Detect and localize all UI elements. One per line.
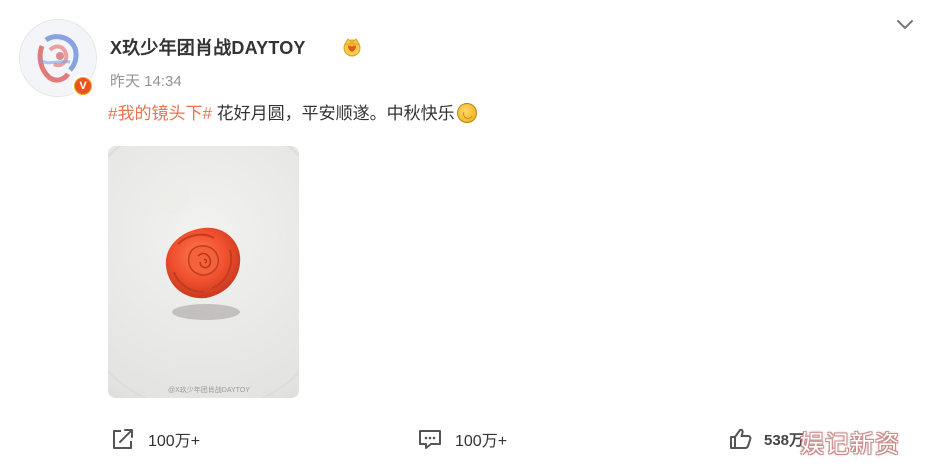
share-count: 100万+ <box>148 433 201 450</box>
verified-badge-letter: V <box>75 78 91 94</box>
like-button[interactable]: 538万 <box>728 426 804 452</box>
post-content: #我的镜头下# 花好月圆，平安顺遂。中秋快乐 <box>108 102 477 126</box>
like-count: 538万 <box>764 431 805 449</box>
like-icon <box>730 428 752 449</box>
comment-count: 100万+ <box>455 433 508 450</box>
post-image[interactable]: @X玖少年团肖战DAYTOY <box>108 146 299 398</box>
share-button[interactable]: 100万+ <box>110 426 200 452</box>
chevron-down-icon[interactable] <box>895 17 915 33</box>
avatar-container[interactable]: V <box>19 19 97 97</box>
hashtag-link[interactable]: #我的镜头下# <box>108 104 212 123</box>
rose-mooncake-photo: @X玖少年团肖战DAYTOY <box>108 146 299 398</box>
post-text: 花好月圆，平安顺遂。中秋快乐 <box>211 104 455 123</box>
image-watermark: @X玖少年团肖战DAYTOY <box>168 385 250 394</box>
post-time[interactable]: 昨天 14:34 <box>110 70 182 91</box>
comment-button[interactable]: 100万+ <box>417 426 507 452</box>
verified-badge: V <box>72 75 94 97</box>
site-watermark: 娱记新资 <box>800 430 900 458</box>
comment-icon <box>419 430 441 449</box>
username[interactable]: X玖少年团肖战DAYTOY <box>110 34 306 60</box>
moon-emoji-icon <box>456 103 477 123</box>
share-icon <box>113 429 133 449</box>
crown-icon[interactable] <box>341 35 363 57</box>
